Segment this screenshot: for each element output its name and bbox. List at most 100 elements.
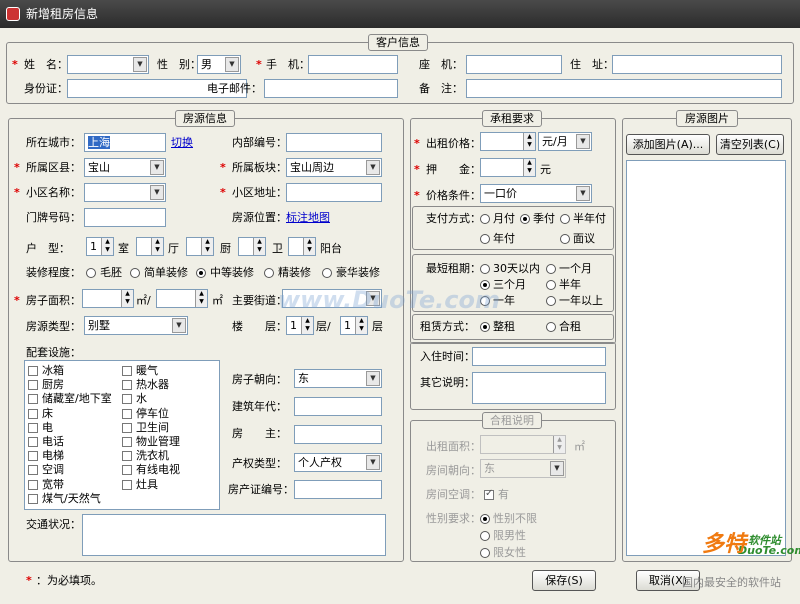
phone-input[interactable]: [466, 55, 562, 74]
facility-checkbox[interactable]: [28, 408, 38, 419]
facility-checkbox[interactable]: [28, 422, 38, 433]
clear-list-button[interactable]: 清空列表(C): [716, 134, 784, 155]
save-button[interactable]: 保存(S): [532, 570, 596, 591]
checkin-input[interactable]: [472, 347, 606, 366]
price-unit-select[interactable]: 元/月 ▼: [538, 132, 592, 151]
decor-radio-0[interactable]: [86, 268, 96, 278]
pay-radio-0[interactable]: [480, 214, 490, 224]
mobile-input[interactable]: [308, 55, 398, 74]
chevron-down-icon[interactable]: ▼: [133, 57, 147, 72]
decor-radio-4[interactable]: [322, 268, 332, 278]
facility-checkbox[interactable]: [122, 366, 132, 376]
facility-checkbox[interactable]: [122, 451, 132, 462]
chevron-down-icon[interactable]: ▼: [150, 160, 164, 175]
spinner-arrows-icon[interactable]: ▲ ▼: [523, 159, 535, 176]
facility-checkbox[interactable]: [122, 422, 132, 433]
share-ac-checkbox[interactable]: [484, 488, 494, 500]
facility-checkbox[interactable]: [28, 380, 38, 391]
gender-select[interactable]: 男 ▼: [197, 55, 241, 74]
spinner-arrows-icon[interactable]: ▲ ▼: [101, 238, 113, 255]
door-input[interactable]: [84, 208, 166, 227]
map-link[interactable]: 标注地图: [286, 211, 330, 225]
area-spinner-2[interactable]: ▲ ▼: [156, 289, 208, 308]
year-input[interactable]: [294, 397, 382, 416]
spinner-arrows-icon[interactable]: ▲ ▼: [195, 290, 207, 307]
city-input[interactable]: 上海: [84, 133, 166, 152]
decor-radio-1[interactable]: [130, 268, 140, 278]
pay-radio-3[interactable]: [480, 234, 490, 244]
decor-radio-2[interactable]: [196, 268, 206, 278]
address-input[interactable]: [612, 55, 782, 74]
min-radio-5[interactable]: [546, 296, 556, 306]
share-gender-radio-2[interactable]: [480, 548, 490, 558]
add-photo-button[interactable]: 添加图片(A)...: [626, 134, 710, 155]
mode-radio-0[interactable]: [480, 322, 490, 332]
facility-checkbox[interactable]: [122, 437, 132, 447]
spinner-arrows-icon[interactable]: ▲ ▼: [553, 436, 565, 453]
owner-input[interactable]: [294, 425, 382, 444]
spinner-arrows-icon[interactable]: ▲ ▼: [523, 133, 535, 150]
balcony-spinner[interactable]: ▲ ▼: [288, 237, 316, 256]
pay-radio-2[interactable]: [560, 214, 570, 224]
chevron-down-icon[interactable]: ▼: [576, 134, 590, 149]
pay-radio-4[interactable]: [560, 234, 570, 244]
spinner-arrows-icon[interactable]: ▲ ▼: [355, 317, 367, 334]
facility-checkbox[interactable]: [28, 394, 38, 405]
facility-checkbox[interactable]: [122, 394, 132, 405]
facility-checkbox[interactable]: [28, 451, 38, 462]
facility-checkbox[interactable]: [122, 479, 132, 490]
chevron-down-icon[interactable]: ▼: [172, 318, 186, 333]
share-gender-radio-0[interactable]: [480, 514, 490, 524]
floor-total-spinner[interactable]: 1 ▲ ▼: [340, 316, 368, 335]
share-orient-select[interactable]: 东 ▼: [480, 459, 566, 478]
price-spinner[interactable]: ▲ ▼: [480, 132, 536, 151]
traffic-textarea[interactable]: [82, 514, 386, 556]
chevron-down-icon[interactable]: ▼: [225, 57, 239, 72]
facility-checkbox[interactable]: [122, 408, 132, 419]
facility-checkbox[interactable]: [28, 493, 38, 504]
block-select[interactable]: 宝山周边 ▼: [286, 158, 382, 177]
share-gender-radio-1[interactable]: [480, 531, 490, 541]
spinner-arrows-icon[interactable]: ▲ ▼: [303, 238, 315, 255]
floor-spinner[interactable]: 1 ▲ ▼: [286, 316, 314, 335]
community-addr-input[interactable]: [286, 183, 382, 202]
chevron-down-icon[interactable]: ▼: [366, 455, 380, 470]
spinner-arrows-icon[interactable]: ▲ ▼: [253, 238, 265, 255]
chevron-down-icon[interactable]: ▼: [550, 461, 564, 476]
facility-checkbox[interactable]: [28, 465, 38, 476]
facility-checkbox[interactable]: [28, 366, 38, 376]
facility-checkbox[interactable]: [28, 479, 38, 490]
bath-spinner[interactable]: ▲ ▼: [238, 237, 266, 256]
spinner-arrows-icon[interactable]: ▲ ▼: [151, 238, 163, 255]
property-select[interactable]: 个人产权 ▼: [294, 453, 382, 472]
min-radio-0[interactable]: [480, 264, 490, 274]
spinner-arrows-icon[interactable]: ▲ ▼: [301, 317, 313, 334]
note-input[interactable]: [466, 79, 782, 98]
orient-select[interactable]: 东 ▼: [294, 369, 382, 388]
type-select[interactable]: 别墅 ▼: [84, 316, 188, 335]
room-spinner[interactable]: 1 ▲ ▼: [86, 237, 114, 256]
min-radio-1[interactable]: [546, 264, 556, 274]
community-select[interactable]: ▼: [84, 183, 166, 202]
min-radio-3[interactable]: [546, 280, 556, 290]
facility-checkbox[interactable]: [122, 465, 132, 476]
share-area-spinner[interactable]: ▲ ▼: [480, 435, 566, 454]
price-cond-select[interactable]: 一口价 ▼: [480, 184, 592, 203]
spinner-arrows-icon[interactable]: ▲ ▼: [201, 238, 213, 255]
decor-radio-3[interactable]: [264, 268, 274, 278]
other-textarea[interactable]: [472, 372, 606, 404]
chevron-down-icon[interactable]: ▼: [576, 186, 590, 201]
spinner-arrows-icon[interactable]: ▲ ▼: [121, 290, 133, 307]
code-input[interactable]: [286, 133, 382, 152]
name-combo[interactable]: ▼: [67, 55, 149, 74]
facility-checkbox[interactable]: [122, 380, 132, 391]
mode-radio-1[interactable]: [546, 322, 556, 332]
hall-spinner[interactable]: ▲ ▼: [136, 237, 164, 256]
kitchen-spinner[interactable]: ▲ ▼: [186, 237, 214, 256]
district-select[interactable]: 宝山 ▼: [84, 158, 166, 177]
email-input[interactable]: [264, 79, 398, 98]
area-spinner-1[interactable]: ▲ ▼: [82, 289, 134, 308]
deposit-spinner[interactable]: ▲ ▼: [480, 158, 536, 177]
facility-checkbox[interactable]: [28, 437, 38, 447]
pay-radio-1[interactable]: [520, 214, 530, 224]
